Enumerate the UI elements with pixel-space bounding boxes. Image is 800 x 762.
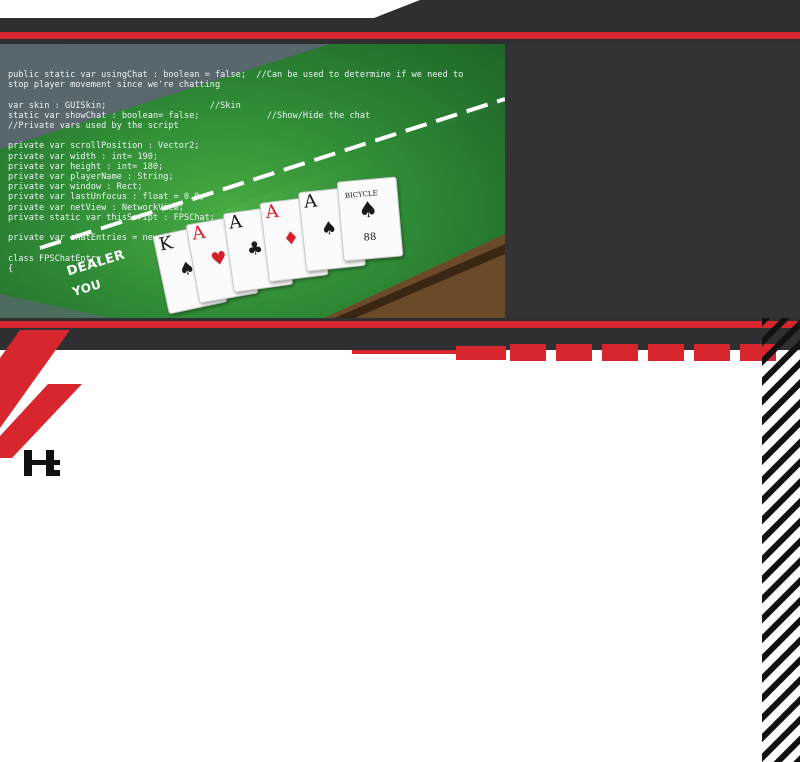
code-line: private var height : int= 180; [8, 161, 164, 172]
code-line: static var showChat : boolean= false; //… [8, 110, 371, 121]
hero-image: public static var usingChat : boolean = … [0, 44, 505, 320]
left-slash-decoration [0, 330, 82, 458]
card-number: 88 [363, 231, 377, 244]
code-line: private var window : Rect; [8, 182, 143, 193]
jl-monogram-icon [24, 450, 60, 476]
code-line: private var width : int= 190; [8, 151, 159, 162]
right-panel [505, 44, 800, 320]
red-dash-decoration [510, 344, 776, 361]
code-line: private var lastUnfocus : float = 0.0; [8, 192, 205, 203]
code-line: public static var usingChat : boolean = … [8, 70, 464, 80]
header-band [0, 0, 800, 44]
code-line: var skin : GUISkin; //Skin [8, 100, 241, 111]
card-rank: K [157, 232, 175, 256]
diamond-icon: ♦ [281, 227, 301, 251]
card-rank: A [264, 200, 280, 224]
card-rank: A [302, 190, 319, 213]
code-line: //Private vars used by the script [8, 121, 179, 132]
spade-icon: ♠ [357, 197, 380, 224]
card-rank: A [227, 211, 244, 234]
heart-icon: ♥ [209, 247, 229, 271]
diagonal-hatch-decoration [762, 318, 800, 762]
club-icon: ♣ [245, 237, 265, 261]
code-line: private var playerName : String; [8, 172, 174, 183]
spade-icon: ♠ [319, 217, 339, 241]
code-line: private var scrollPosition : Vector2; [8, 141, 200, 152]
card-rank: A [190, 221, 207, 245]
code-line: stop player movement since we're chattin… [8, 80, 221, 91]
card-bicycle-spade: BICYCLE ♠ 88 [336, 176, 404, 262]
